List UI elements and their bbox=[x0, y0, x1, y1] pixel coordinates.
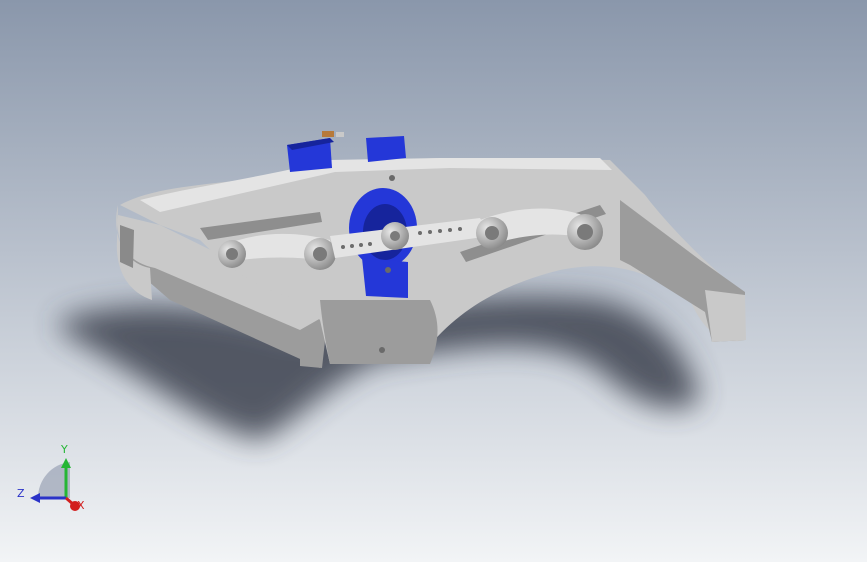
x-axis-label: X bbox=[77, 499, 85, 512]
screw-hole bbox=[389, 175, 395, 181]
graphics-viewport[interactable]: Y Z X bbox=[0, 0, 867, 562]
model-canvas[interactable] bbox=[0, 0, 867, 562]
y-axis-label: Y bbox=[61, 443, 68, 456]
z-axis-label: Z bbox=[17, 487, 25, 500]
screw-hole bbox=[379, 347, 385, 353]
screw-hole bbox=[385, 267, 391, 273]
